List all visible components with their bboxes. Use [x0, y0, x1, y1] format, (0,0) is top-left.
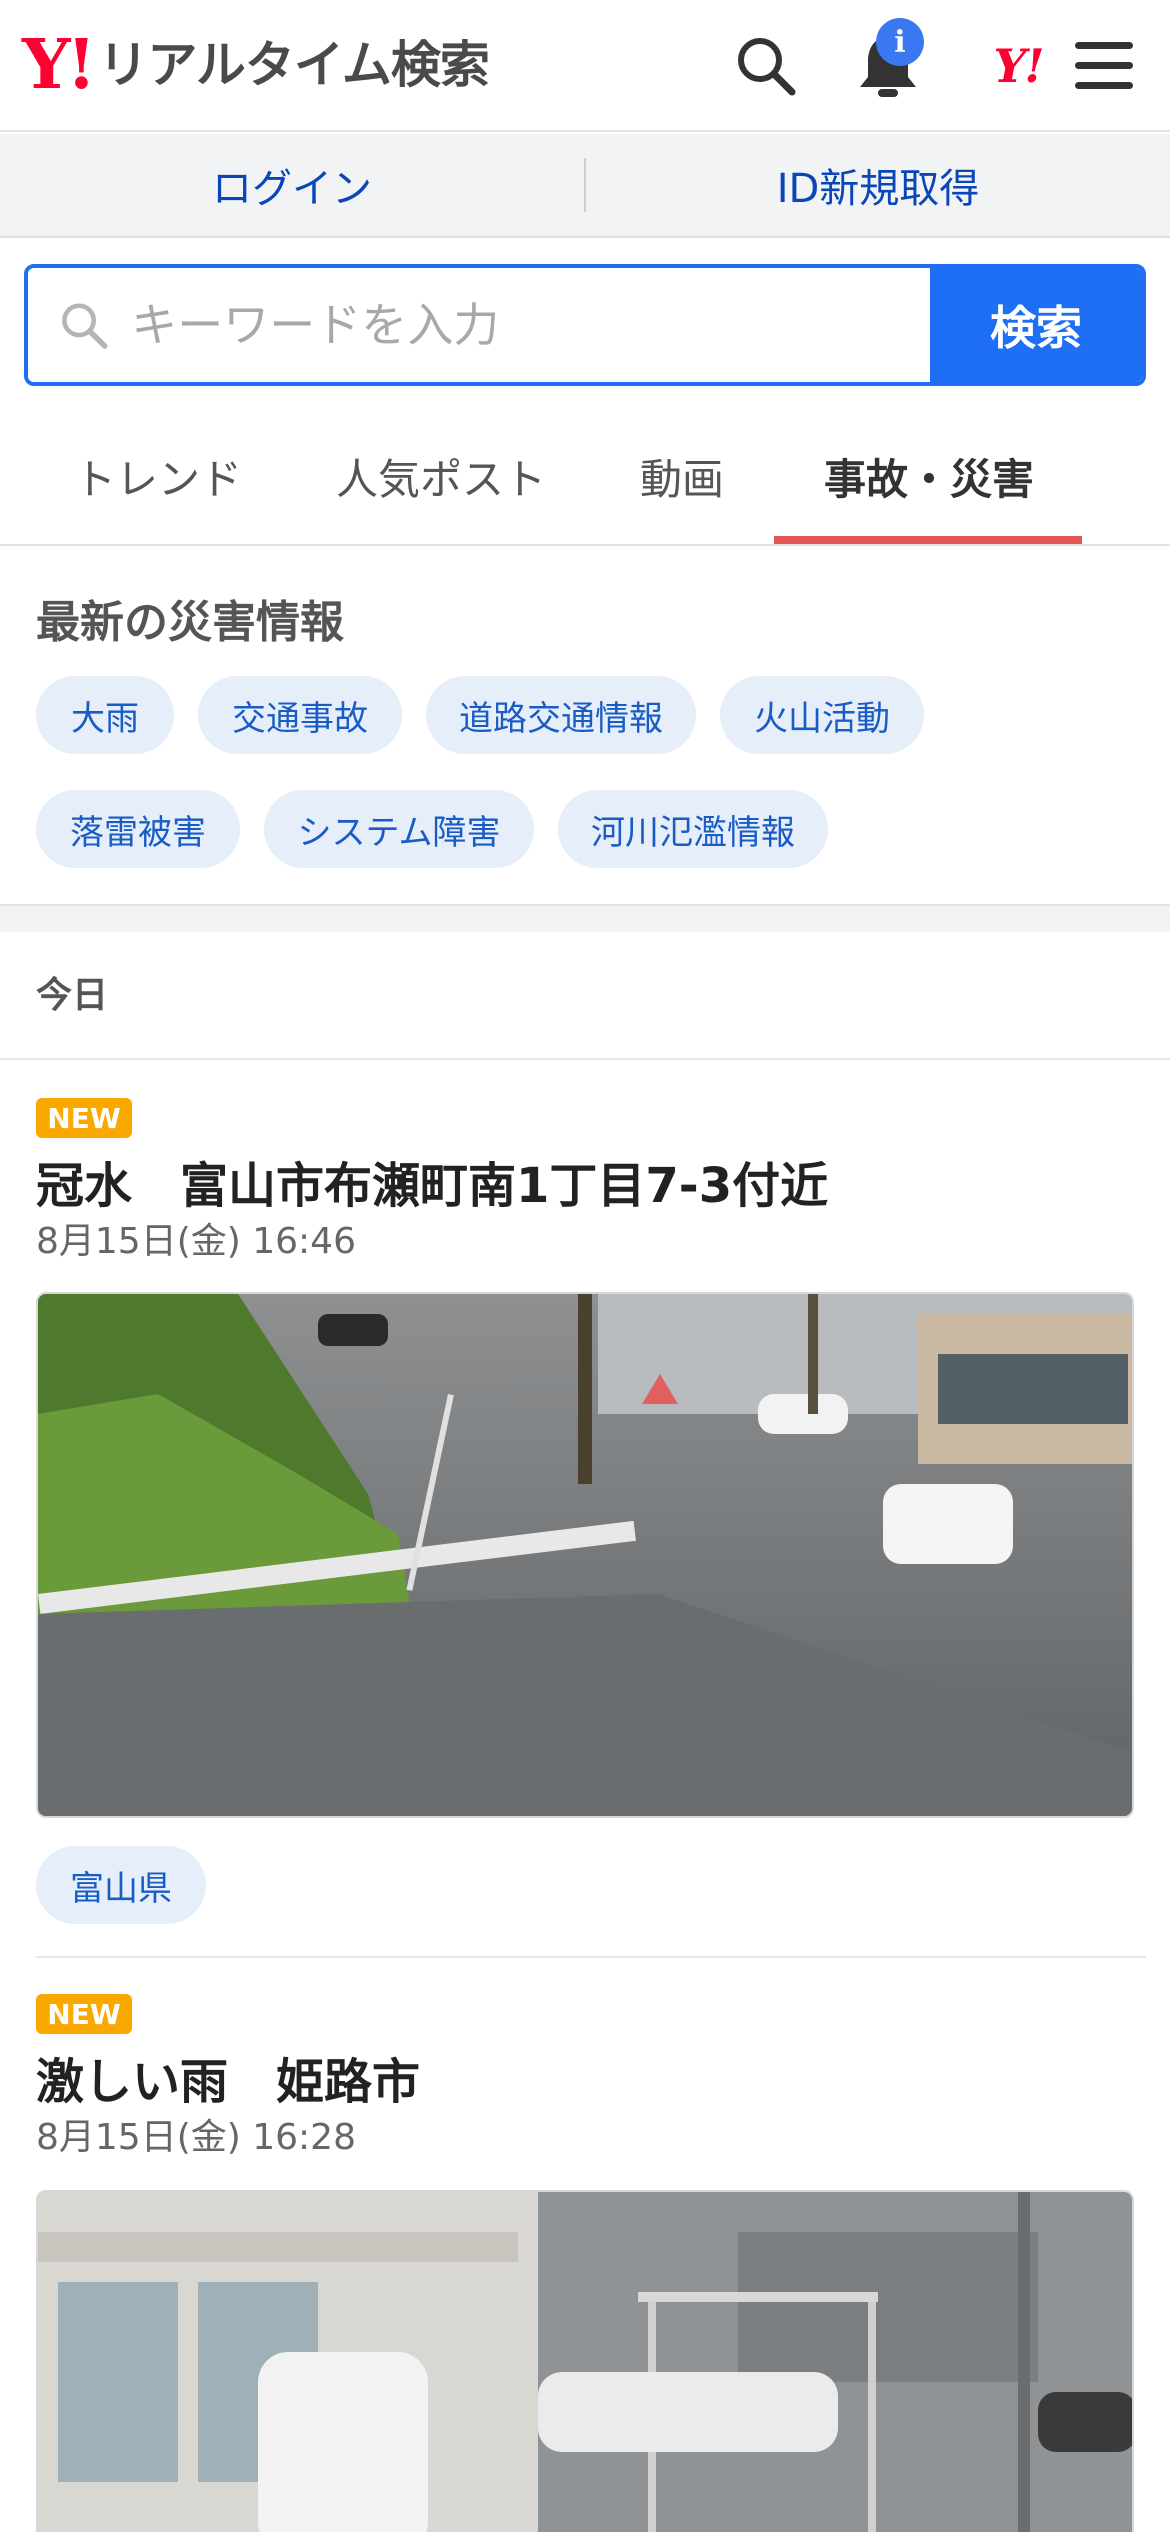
login-link[interactable]: ログイン [0, 156, 584, 214]
chip-volcanic-activity[interactable]: 火山活動 [720, 676, 924, 754]
post-date: 8月15日(金) 16:28 [36, 2117, 356, 2158]
post-date: 8月15日(金) 16:46 [36, 1221, 356, 1262]
search-field[interactable] [28, 268, 930, 382]
post-photo-flooded-road[interactable] [36, 1292, 1134, 1818]
category-tabs: トレンド 人気ポスト 動画 事故・災害 [0, 410, 1170, 546]
yj-mark: Y! [993, 39, 1044, 93]
post-photo-heavy-rain[interactable] [36, 2190, 1134, 2532]
tab-accident-disaster[interactable]: 事故・災害 [824, 446, 1034, 507]
notification-bell-icon[interactable]: i [850, 18, 926, 104]
yahoo-realtime-logo[interactable]: Y! リアルタイム検索 [22, 25, 490, 105]
search-button[interactable]: 検索 [930, 268, 1142, 382]
app-header: Y! リアルタイム検索 i Y! [0, 0, 1170, 132]
new-badge: NEW [36, 1098, 132, 1138]
post-title[interactable]: 冠水 富山市布瀬町南1丁目7-3付近 [36, 1146, 828, 1216]
chip-lightning-damage[interactable]: 落雷被害 [36, 790, 240, 868]
chip-river-flood[interactable]: 河川氾濫情報 [558, 790, 828, 868]
post-title[interactable]: 激しい雨 姫路市 [36, 2042, 420, 2112]
section-divider [0, 904, 1170, 932]
chip-traffic-accident[interactable]: 交通事故 [198, 676, 402, 754]
yahoo-japan-icon[interactable]: Y! [968, 28, 1068, 104]
menu-icon[interactable] [1066, 28, 1142, 104]
search-field-icon [62, 303, 108, 349]
notification-badge: i [876, 18, 924, 66]
tab-video[interactable]: 動画 [640, 446, 724, 507]
divider [0, 1058, 1170, 1060]
disaster-info-heading: 最新の災害情報 [36, 597, 344, 648]
chip-heavy-rain[interactable]: 大雨 [36, 676, 174, 754]
service-name: リアルタイム検索 [98, 36, 489, 94]
divider [36, 1956, 1146, 1958]
location-tag[interactable]: 富山県 [36, 1846, 206, 1924]
chip-road-traffic[interactable]: 道路交通情報 [426, 676, 696, 754]
search-icon[interactable] [728, 28, 804, 104]
tab-trend[interactable]: トレンド [74, 446, 242, 507]
active-tab-indicator [774, 536, 1082, 544]
search-bar: 検索 [24, 264, 1146, 386]
register-link[interactable]: ID新規取得 [586, 156, 1170, 214]
yahoo-logo-mark: Y! [22, 25, 96, 105]
search-input[interactable] [131, 298, 930, 352]
account-bar: ログイン ID新規取得 [0, 134, 1170, 238]
new-badge: NEW [36, 1994, 132, 2034]
chip-system-failure[interactable]: システム障害 [264, 790, 534, 868]
day-label: 今日 [36, 975, 109, 1016]
tab-popular-posts[interactable]: 人気ポスト [336, 446, 546, 507]
